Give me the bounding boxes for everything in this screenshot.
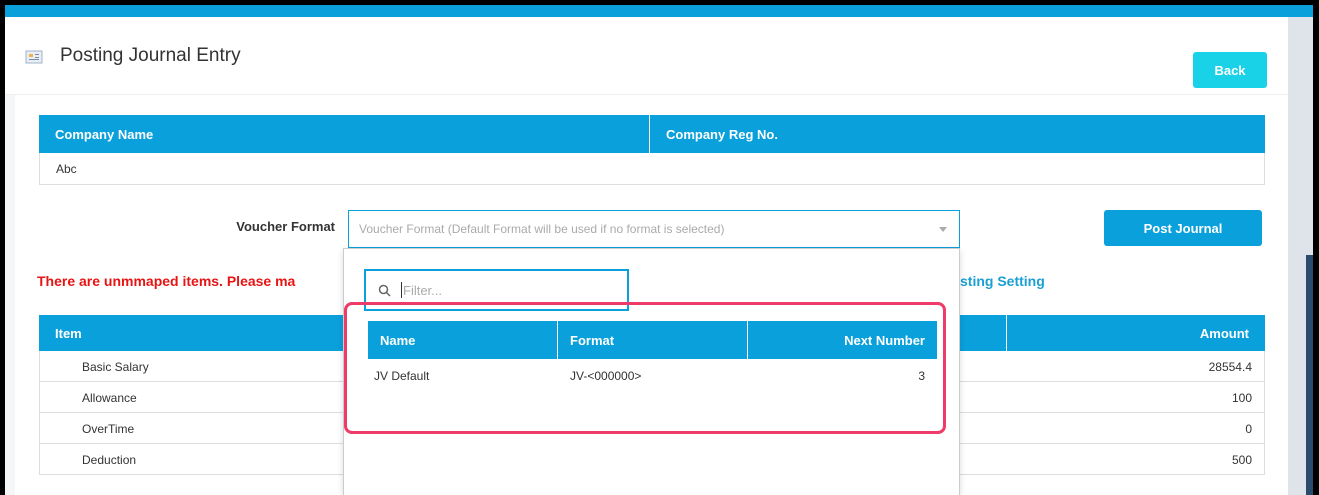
- posting-setting-link[interactable]: sting Setting: [960, 273, 1045, 289]
- back-button[interactable]: Back: [1193, 52, 1267, 88]
- company-table: Company Name Company Reg No. Abc: [39, 115, 1265, 185]
- item-cell: Allowance: [82, 391, 137, 405]
- item-cell: OverTime: [82, 422, 135, 436]
- amount-cell: 100: [1231, 391, 1252, 405]
- table-row: Abc: [39, 153, 1265, 185]
- amount-cell: 500: [1231, 453, 1252, 467]
- page-header: Posting Journal Entry Back: [5, 17, 1288, 95]
- text-cursor: [401, 282, 402, 298]
- app-frame: Posting Journal Entry Back Company Name …: [5, 5, 1313, 495]
- unmapped-warning: There are unmmaped items. Please ma: [37, 273, 296, 289]
- filter-placeholder: Filter...: [403, 282, 443, 298]
- top-accent-bar: [5, 5, 1313, 17]
- left-gutter: [5, 95, 15, 495]
- voucher-format-dropdown: Filter... Name Format Next Number JV Def…: [343, 248, 960, 495]
- chevron-down-icon: [939, 227, 947, 232]
- item-cell: Deduction: [82, 453, 137, 467]
- item-cell: Basic Salary: [82, 360, 149, 374]
- company-table-header: Company Name Company Reg No.: [39, 115, 1265, 153]
- amount-cell: 0: [1245, 422, 1252, 436]
- column-company-reg-no: Company Reg No.: [666, 126, 778, 142]
- company-name-cell: Abc: [56, 161, 77, 176]
- scrollbar-thumb[interactable]: [1306, 255, 1313, 495]
- column-divider: [1006, 315, 1007, 351]
- voucher-format-placeholder: Voucher Format (Default Format will be u…: [359, 222, 725, 236]
- post-journal-button[interactable]: Post Journal: [1104, 210, 1262, 246]
- search-icon: [378, 284, 391, 297]
- journal-icon: [25, 50, 43, 64]
- amount-cell: 28554.4: [1208, 360, 1252, 374]
- page-title: Posting Journal Entry: [60, 45, 241, 66]
- column-item: Item: [55, 326, 82, 341]
- voucher-format-label: Voucher Format: [236, 219, 335, 234]
- column-company-name: Company Name: [39, 115, 650, 153]
- column-amount: Amount: [1199, 326, 1249, 341]
- voucher-format-select[interactable]: Voucher Format (Default Format will be u…: [348, 210, 960, 248]
- annotation-highlight-box: [344, 302, 946, 434]
